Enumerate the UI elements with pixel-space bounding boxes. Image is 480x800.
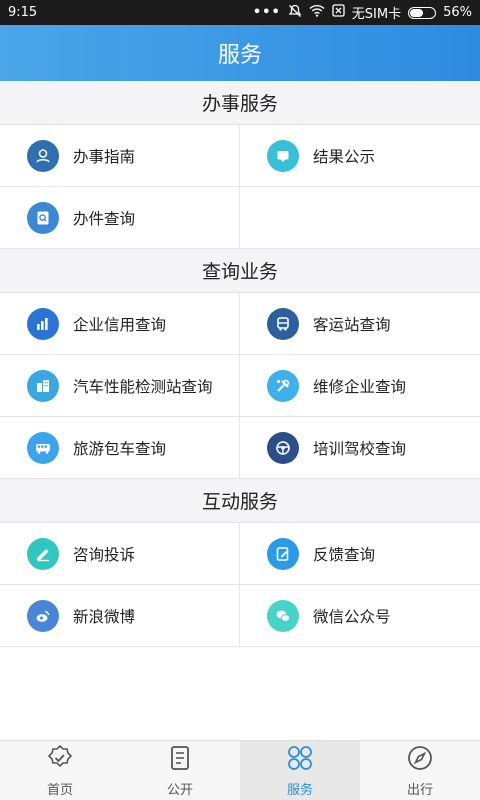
- nav-item-document[interactable]: 公开: [120, 741, 240, 800]
- wifi-icon: [309, 4, 325, 21]
- document-icon: [165, 743, 195, 777]
- service-label: 反馈查询: [313, 545, 376, 564]
- bottom-navigation: 首页 公开 服务 出行: [0, 740, 480, 800]
- coach-icon: [27, 431, 59, 464]
- app-header: 服务: [0, 25, 480, 81]
- service-label: 企业信用查询: [73, 315, 167, 334]
- service-label: 汽车性能检测站查询: [73, 377, 213, 396]
- battery-percent: 56%: [443, 5, 472, 20]
- feedback-icon: [267, 537, 299, 570]
- more-dots: •••: [252, 5, 281, 20]
- consult-icon: [27, 537, 59, 570]
- nav-item-home-badge[interactable]: 首页: [0, 741, 120, 800]
- tools-icon: [267, 369, 299, 402]
- carrier-label: 无SIM卡: [351, 7, 402, 22]
- steering-wheel-icon: [267, 431, 299, 464]
- battery-icon: [408, 6, 437, 19]
- service-item-0-0[interactable]: 办事指南: [0, 125, 240, 187]
- service-item-1-1[interactable]: 客运站查询: [240, 293, 480, 355]
- nav-label: 服务: [286, 783, 313, 798]
- service-label: 培训驾校查询: [313, 439, 407, 458]
- service-item-0-1[interactable]: 结果公示: [240, 125, 480, 187]
- nav-label: 出行: [406, 783, 433, 798]
- service-item-2-0[interactable]: 咨询投诉: [0, 523, 240, 585]
- guide-icon: [27, 139, 59, 172]
- nav-label: 首页: [46, 783, 73, 798]
- service-label: 旅游包车查询: [73, 439, 167, 458]
- service-label: 新浪微博: [73, 607, 136, 626]
- battery-level: [410, 8, 423, 17]
- service-sections: 办事服务办事指南 结果公示办件查询查询业务企业信用查询 客运站查询汽车性能检测站查询…: [0, 81, 480, 647]
- status-indicators: ••• 无SIM卡 56%: [253, 3, 472, 22]
- section-title: 互动服务: [0, 479, 480, 523]
- service-item-1-2[interactable]: 汽车性能检测站查询: [0, 355, 240, 417]
- nav-label: 公开: [166, 783, 193, 798]
- doc-search-icon: [27, 201, 59, 234]
- service-label: 咨询投诉: [73, 545, 136, 564]
- service-label: 微信公众号: [313, 607, 391, 626]
- service-item-2-3[interactable]: 微信公众号: [240, 585, 480, 647]
- section-title: 办事服务: [0, 81, 480, 125]
- service-item-1-4[interactable]: 旅游包车查询: [0, 417, 240, 479]
- service-label: 结果公示: [313, 147, 376, 166]
- bus-icon: [267, 307, 299, 340]
- compass-icon: [405, 743, 435, 777]
- section-grid: 企业信用查询 客运站查询汽车性能检测站查询 维修企业查询旅游包车查询 培训驾校查询: [0, 293, 480, 479]
- chart-icon: [27, 307, 59, 340]
- section-grid: 咨询投诉 反馈查询新浪微博 微信公众号: [0, 523, 480, 647]
- section-grid: 办事指南 结果公示办件查询: [0, 125, 480, 249]
- service-item-0-2[interactable]: 办件查询: [0, 187, 240, 249]
- service-item-1-3[interactable]: 维修企业查询: [240, 355, 480, 417]
- mute-bell-icon: [288, 4, 302, 22]
- service-item-2-2[interactable]: 新浪微博: [0, 585, 240, 647]
- nav-item-clover[interactable]: 服务: [240, 741, 360, 800]
- section-title: 查询业务: [0, 249, 480, 293]
- service-label: 办事指南: [73, 147, 136, 166]
- empty-cell: [240, 187, 480, 249]
- no-sim-icon: [332, 4, 345, 21]
- service-item-1-5[interactable]: 培训驾校查询: [240, 417, 480, 479]
- home-badge-icon: [45, 743, 75, 777]
- status-bar: 9:15 ••• 无SIM卡 56%: [0, 0, 480, 25]
- service-item-2-1[interactable]: 反馈查询: [240, 523, 480, 585]
- building-icon: [27, 369, 59, 402]
- service-label: 办件查询: [73, 209, 136, 228]
- result-icon: [267, 139, 299, 172]
- page-title: 服务: [217, 43, 262, 68]
- status-time: 9:15: [8, 5, 38, 20]
- service-label: 客运站查询: [313, 315, 391, 334]
- service-label: 维修企业查询: [313, 377, 407, 396]
- nav-item-compass[interactable]: 出行: [360, 741, 480, 800]
- clover-icon: [285, 743, 315, 777]
- weibo-icon: [27, 599, 59, 632]
- wechat-icon: [267, 599, 299, 632]
- service-item-1-0[interactable]: 企业信用查询: [0, 293, 240, 355]
